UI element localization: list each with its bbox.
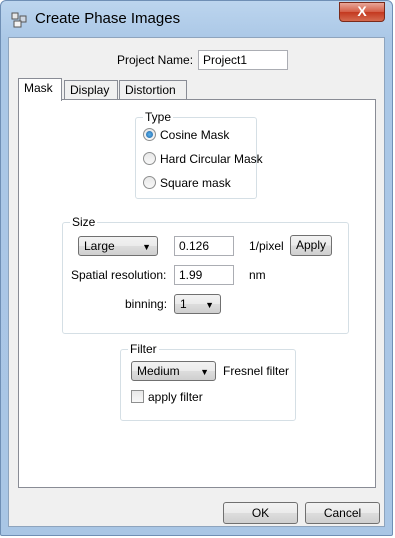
radio-label: Square mask <box>160 176 231 190</box>
radio-unchecked-icon <box>143 152 156 165</box>
tab-display[interactable]: Display <box>64 80 118 100</box>
size-group-title: Size <box>70 215 98 229</box>
project-name-label: Project Name: <box>117 53 194 67</box>
radio-square-mask[interactable]: Square mask <box>143 176 231 190</box>
cancel-button[interactable]: Cancel <box>305 502 380 524</box>
apply-button[interactable]: Apply <box>290 235 332 256</box>
dropdown-arrow-icon: ▼ <box>205 300 214 310</box>
size-value-input[interactable]: 0.126 <box>174 236 234 256</box>
apply-filter-checkbox[interactable]: apply filter <box>131 390 203 404</box>
size-select[interactable]: Large ▼ <box>78 236 158 256</box>
radio-label: Hard Circular Mask <box>160 152 263 166</box>
dialog-window: Create Phase Images X Project Name: Proj… <box>0 0 393 536</box>
size-group: Size Large ▼ 0.126 1/pixel Apply Spatial… <box>62 215 349 334</box>
close-icon: X <box>357 3 367 19</box>
ok-button[interactable]: OK <box>223 502 298 524</box>
radio-hard-circular-mask[interactable]: Hard Circular Mask <box>143 152 263 166</box>
close-button[interactable]: X <box>339 2 385 22</box>
binning-select[interactable]: 1 ▼ <box>174 294 221 314</box>
type-group-title: Type <box>143 110 174 124</box>
apply-filter-label: apply filter <box>148 390 203 404</box>
dialog-client-area: Project Name: Project1 Mask Display Dist… <box>8 37 385 527</box>
radio-checked-icon <box>143 128 156 141</box>
filter-group: Filter Medium ▼ Fresnel filter apply fil… <box>120 342 296 421</box>
spatial-resolution-unit: nm <box>249 268 266 282</box>
window-title: Create Phase Images <box>35 10 181 27</box>
size-select-value: Large <box>84 239 115 253</box>
spatial-resolution-input[interactable]: 1.99 <box>174 265 234 285</box>
mask-tab-panel: Type Cosine Mask Hard Circular Mask Squa… <box>18 99 376 488</box>
filter-select-value: Medium <box>137 364 180 378</box>
tab-distortion[interactable]: Distortion <box>119 80 187 100</box>
dropdown-arrow-icon: ▼ <box>142 242 151 252</box>
binning-select-value: 1 <box>180 297 187 311</box>
spatial-resolution-label: Spatial resolution: <box>71 268 167 282</box>
type-group: Type Cosine Mask Hard Circular Mask Squa… <box>135 110 263 199</box>
filter-group-title: Filter <box>128 342 159 356</box>
filter-select[interactable]: Medium ▼ <box>131 361 216 381</box>
tab-mask[interactable]: Mask <box>18 78 62 101</box>
fresnel-filter-label: Fresnel filter <box>223 364 290 378</box>
radio-unchecked-icon <box>143 176 156 189</box>
radio-label: Cosine Mask <box>160 128 230 142</box>
project-name-input[interactable]: Project1 <box>198 50 288 70</box>
app-icon <box>11 12 27 28</box>
radio-cosine-mask[interactable]: Cosine Mask <box>143 128 229 142</box>
binning-label: binning: <box>125 297 168 311</box>
dropdown-arrow-icon: ▼ <box>200 367 209 377</box>
title-bar[interactable]: Create Phase Images X <box>1 1 392 37</box>
checkbox-unchecked-icon <box>131 390 144 403</box>
size-unit-label: 1/pixel <box>249 239 284 253</box>
